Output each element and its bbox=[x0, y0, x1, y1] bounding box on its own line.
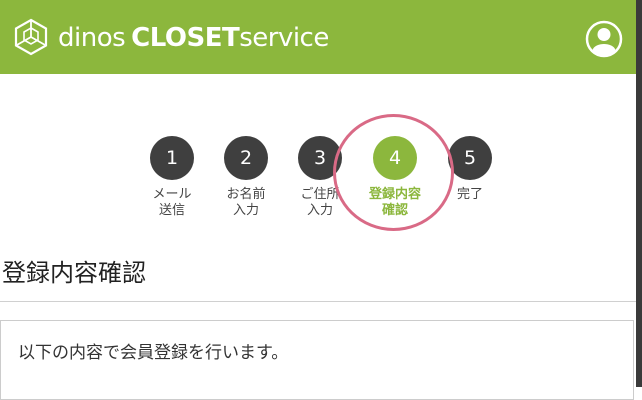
step-2: 2 お名前 入力 bbox=[208, 136, 284, 219]
user-account-icon[interactable] bbox=[585, 20, 623, 58]
site-header: dinos CLOSETservice bbox=[0, 0, 636, 74]
step-number: 1 bbox=[150, 136, 194, 180]
step-number: 2 bbox=[224, 136, 268, 180]
step-1: 1 メール 送信 bbox=[134, 136, 210, 219]
current-step-highlight bbox=[333, 114, 454, 231]
brand-closet: CLOSET bbox=[131, 23, 240, 53]
brand-dinos: dinos bbox=[58, 23, 126, 53]
step-label: メール 送信 bbox=[152, 187, 192, 218]
divider bbox=[0, 301, 636, 302]
brand-service: service bbox=[239, 23, 329, 53]
cube-logo-icon[interactable] bbox=[13, 18, 49, 56]
site-brand[interactable]: dinos CLOSETservice bbox=[58, 20, 329, 56]
notice-text: 以下の内容で会員登録を行います。 bbox=[18, 343, 289, 363]
scrollbar-edge bbox=[636, 0, 642, 387]
step-number: 5 bbox=[448, 136, 492, 180]
step-label: お名前 入力 bbox=[226, 187, 266, 218]
page-title: 登録内容確認 bbox=[2, 259, 146, 287]
